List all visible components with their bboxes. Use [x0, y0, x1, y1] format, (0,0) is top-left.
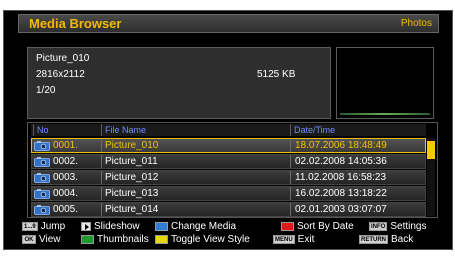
row-datetime: 02.01.2003 03:07:07 — [295, 204, 387, 215]
green-key-icon — [81, 235, 94, 244]
help-slideshow-label: Slideshow — [94, 221, 140, 232]
column-divider — [101, 187, 102, 200]
row-filename: Picture_013 — [105, 188, 159, 199]
red-key-icon — [281, 222, 294, 231]
info-position: 1/20 — [36, 85, 56, 96]
row-datetime: 02.02.2008 14:05:36 — [295, 156, 387, 167]
row-number: 0005. — [53, 204, 79, 215]
photo-icon — [34, 205, 50, 215]
help-sort-by-date: Sort By Date — [281, 221, 354, 233]
table-header: No File Name Date/Time — [31, 124, 426, 136]
page-title: Media Browser — [29, 16, 122, 31]
info-resolution: 2816x2112 — [36, 69, 85, 80]
table-row[interactable]: 0001. Picture_010 18.07.2006 18:48:49 — [31, 138, 426, 153]
blue-key-icon — [155, 222, 168, 231]
help-change-media: Change Media — [155, 221, 236, 233]
row-filename: Picture_011 — [105, 156, 158, 167]
numeric-keys-icon: 1...9 — [22, 222, 38, 231]
help-back: RETURN Back — [359, 234, 413, 246]
row-datetime: 16.02.2008 13:18:22 — [295, 188, 387, 199]
help-toggle-view-label: Toggle View Style — [171, 234, 250, 245]
column-divider — [290, 139, 291, 152]
photo-icon — [34, 157, 50, 167]
row-number: 0003. — [53, 172, 79, 183]
media-type-label: Photos — [400, 18, 432, 29]
help-sort-label: Sort By Date — [297, 221, 354, 232]
help-thumbnails: Thumbnails — [81, 234, 149, 246]
table-row[interactable]: 0005. Picture_014 02.01.2003 03:07:07 — [31, 202, 426, 217]
photo-icon — [34, 173, 50, 183]
file-list-table: No File Name Date/Time 0001. Picture_010 1… — [27, 122, 438, 218]
row-filename: Picture_010 — [105, 140, 159, 151]
help-settings-label: Settings — [390, 221, 427, 232]
help-jump-label: Jump — [40, 221, 66, 232]
preview-image-strip — [340, 113, 430, 115]
column-divider — [290, 187, 291, 200]
row-number: 0004. — [53, 188, 79, 199]
column-divider — [290, 155, 291, 168]
table-row[interactable]: 0004. Picture_013 16.02.2008 13:18:22 — [31, 186, 426, 201]
column-header-filename[interactable]: File Name — [101, 124, 289, 136]
return-key-icon: RETURN — [359, 235, 388, 244]
photo-icon — [34, 141, 50, 151]
info-filename: Picture_010 — [36, 53, 90, 64]
photo-icon — [34, 189, 50, 199]
column-divider — [101, 155, 102, 168]
help-thumbnails-label: Thumbnails — [97, 234, 149, 245]
info-filesize: 5125 KB — [257, 69, 296, 80]
table-row[interactable]: 0002. Picture_011 02.02.2008 14:05:36 — [31, 154, 426, 169]
file-info-panel: Picture_010 2816x2112 5125 KB 1/20 — [27, 47, 331, 119]
info-key-icon: INFO — [369, 222, 388, 231]
table-row[interactable]: 0003. Picture_012 11.02.2008 16:58:23 — [31, 170, 426, 185]
row-filename: Picture_012 — [105, 172, 159, 183]
column-divider — [290, 203, 291, 216]
yellow-key-icon — [155, 235, 168, 244]
column-divider — [101, 171, 102, 184]
title-bar: Media Browser Photos — [18, 14, 439, 33]
scrollbar-thumb[interactable] — [427, 141, 435, 159]
help-exit: MENU Exit — [273, 234, 314, 246]
scrollbar[interactable] — [427, 138, 435, 216]
help-slideshow: Slideshow — [81, 221, 140, 233]
ok-key-icon: OK — [22, 235, 36, 244]
play-icon — [81, 222, 91, 231]
column-header-datetime[interactable]: Date/Time — [290, 124, 426, 136]
help-toggle-view: Toggle View Style — [155, 234, 250, 246]
row-datetime: 11.02.2008 16:58:23 — [295, 172, 387, 183]
column-divider — [290, 171, 291, 184]
row-filename: Picture_014 — [105, 204, 159, 215]
help-back-label: Back — [391, 234, 414, 245]
column-divider — [101, 203, 102, 216]
help-change-media-label: Change Media — [171, 221, 237, 232]
help-jump: 1...9 Jump — [22, 221, 65, 233]
menu-key-icon: MENU — [273, 235, 295, 244]
row-number: 0001. — [53, 140, 79, 151]
column-divider — [101, 139, 102, 152]
help-bar: 1...9 Jump Slideshow Change Media Sort By… — [18, 219, 439, 247]
help-view-label: View — [39, 234, 61, 245]
help-view: OK View — [22, 234, 61, 246]
help-exit-label: Exit — [297, 234, 315, 245]
row-datetime: 18.07.2006 18:48:49 — [295, 140, 387, 151]
column-header-no[interactable]: No — [33, 124, 99, 136]
row-number: 0002. — [53, 156, 79, 167]
image-preview — [336, 47, 434, 119]
help-settings: INFO Settings — [369, 221, 426, 233]
